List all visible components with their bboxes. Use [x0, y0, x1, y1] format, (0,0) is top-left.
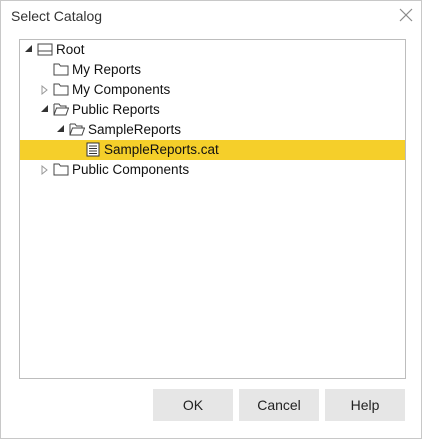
folder-icon: [53, 163, 69, 176]
tree-item-samplereports[interactable]: SampleReports: [20, 120, 405, 140]
ok-button[interactable]: OK: [153, 389, 233, 421]
collapsed-arrow-icon[interactable]: [41, 165, 49, 175]
open-folder-icon: [69, 123, 85, 136]
tree-item-label: SampleReports: [88, 122, 182, 137]
folder-icon: [53, 83, 69, 96]
tree-item-label: My Reports: [72, 62, 142, 77]
tree-item-label: Public Components: [72, 162, 190, 177]
tree-item-my-reports[interactable]: My Reports: [20, 60, 405, 80]
tree-item-samplereports-cat[interactable]: SampleReports.cat: [20, 140, 405, 160]
tree-item-my-components[interactable]: My Components: [20, 80, 405, 100]
expanded-arrow-icon[interactable]: [41, 105, 49, 113]
tree-item-public-reports[interactable]: Public Reports: [20, 100, 405, 120]
folder-icon: [53, 63, 69, 76]
catalog-file-icon: [86, 142, 100, 157]
help-button[interactable]: Help: [325, 389, 405, 421]
root-drive-icon: [37, 43, 53, 56]
close-icon[interactable]: [399, 8, 413, 22]
expanded-arrow-icon[interactable]: [25, 45, 33, 53]
select-catalog-dialog: Select Catalog Root My Reports My Compon…: [0, 0, 422, 439]
tree-item-label: Public Reports: [72, 102, 160, 117]
expanded-arrow-icon[interactable]: [57, 125, 65, 133]
open-folder-icon: [53, 103, 69, 116]
tree-item-root[interactable]: Root: [20, 40, 405, 60]
tree-item-label: My Components: [72, 82, 171, 97]
catalog-tree[interactable]: Root My Reports My Components Public Rep…: [19, 39, 406, 379]
collapsed-arrow-icon[interactable]: [41, 85, 49, 95]
tree-item-public-components[interactable]: Public Components: [20, 160, 405, 180]
tree-item-label: Root: [56, 42, 85, 57]
dialog-titlebar: Select Catalog: [1, 1, 421, 31]
dialog-title: Select Catalog: [11, 8, 103, 24]
cancel-button[interactable]: Cancel: [239, 389, 319, 421]
tree-item-label: SampleReports.cat: [104, 142, 219, 157]
